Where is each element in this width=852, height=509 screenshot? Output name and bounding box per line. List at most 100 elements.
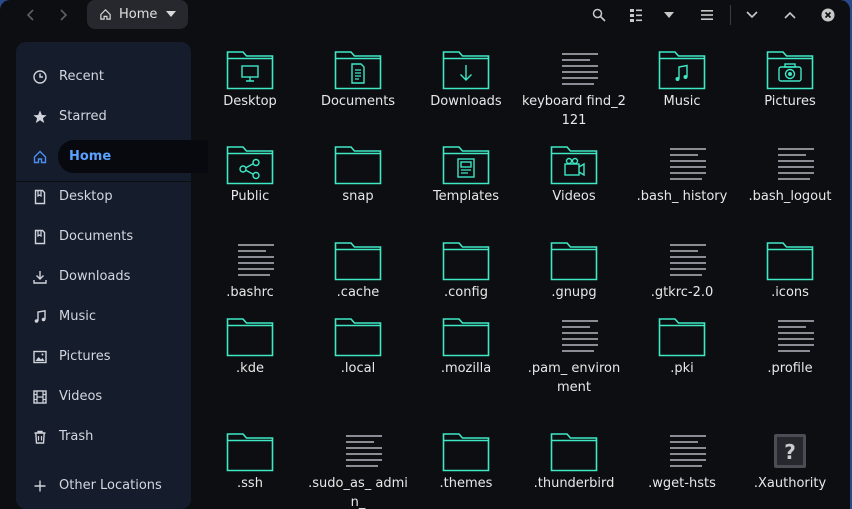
- folder-icon: [226, 317, 274, 357]
- file-name: .pam_ environment: [527, 361, 621, 395]
- folder-item[interactable]: .local: [304, 317, 412, 378]
- file-item[interactable]: ? .Xauthority: [736, 432, 844, 493]
- view-options-button[interactable]: [656, 2, 682, 28]
- sidebar-item-trash[interactable]: Trash: [16, 420, 191, 454]
- folder-icon: [226, 145, 274, 185]
- folder-item[interactable]: Public: [196, 145, 304, 206]
- path-bar[interactable]: Home: [87, 0, 188, 29]
- star-icon: [32, 109, 48, 125]
- file-item[interactable]: .gtkrc-2.0: [628, 241, 736, 302]
- folder-icon: [442, 50, 490, 90]
- folder-item[interactable]: Templates: [412, 145, 520, 206]
- folder-item[interactable]: .icons: [736, 241, 844, 302]
- sidebar-item-label: Videos: [59, 389, 103, 404]
- folder-item[interactable]: snap: [304, 145, 412, 206]
- text-file-icon: [334, 432, 382, 472]
- sidebar-item-other-locations[interactable]: Other Locations: [16, 469, 191, 503]
- file-item[interactable]: .pam_ environment: [520, 317, 628, 397]
- maximize-button[interactable]: [777, 2, 803, 28]
- folder-item[interactable]: Videos: [520, 145, 628, 206]
- sidebar-item-label: Downloads: [59, 269, 131, 284]
- file-name: .ssh: [237, 476, 263, 491]
- text-file-icon: [658, 432, 706, 472]
- folder-item[interactable]: .config: [412, 241, 520, 302]
- path-label: Home: [119, 7, 158, 22]
- music-icon: [32, 309, 48, 325]
- sidebar-item-pictures[interactable]: Pictures: [16, 340, 191, 374]
- folder-icon: [550, 145, 598, 185]
- folder-item[interactable]: .cache: [304, 241, 412, 302]
- close-button[interactable]: [815, 2, 841, 28]
- folder-item[interactable]: .pki: [628, 317, 736, 378]
- folder-item[interactable]: .gnupg: [520, 241, 628, 302]
- file-item[interactable]: .bashrc: [196, 241, 304, 302]
- file-name: .gnupg: [551, 285, 597, 300]
- folder-icon: [442, 145, 490, 185]
- file-name: .local: [340, 361, 376, 376]
- folder-item[interactable]: Downloads: [412, 50, 520, 111]
- header-bar: Home: [0, 0, 850, 30]
- file-item[interactable]: .bash_logout: [736, 145, 844, 206]
- sidebar-item-documents[interactable]: Documents: [16, 220, 191, 254]
- sidebar-item-label: Pictures: [59, 349, 111, 364]
- sidebar-item-music[interactable]: Music: [16, 300, 191, 334]
- file-item[interactable]: .profile: [736, 317, 844, 378]
- sidebar-item-home[interactable]: Home: [16, 140, 208, 174]
- view-mode-button[interactable]: [623, 2, 649, 28]
- folder-item[interactable]: .themes: [412, 432, 520, 493]
- sidebar: Recent Starred Home Desktop Documents Downloa…: [16, 42, 208, 509]
- file-name: .pki: [670, 361, 694, 376]
- caret-down-icon: [664, 12, 674, 18]
- file-name: Public: [230, 189, 270, 204]
- chevron-down-icon: [746, 11, 758, 19]
- file-name: .bash_ history: [636, 189, 728, 204]
- folder-item[interactable]: .ssh: [196, 432, 304, 493]
- file-item[interactable]: .sudo_as_ admin_: [304, 432, 412, 509]
- file-name: .icons: [771, 285, 809, 300]
- file-name: .cache: [336, 285, 380, 300]
- folder-item[interactable]: Music: [628, 50, 736, 111]
- text-file-icon: [226, 241, 274, 281]
- file-name: Documents: [320, 94, 396, 109]
- forward-button[interactable]: [50, 2, 76, 28]
- folder-item[interactable]: Pictures: [736, 50, 844, 111]
- folder-icon: [658, 317, 706, 357]
- minimize-button[interactable]: [739, 2, 765, 28]
- folder-item[interactable]: .thunderbird: [520, 432, 628, 493]
- folder-item[interactable]: .mozilla: [412, 317, 520, 378]
- sidebar-item-downloads[interactable]: Downloads: [16, 260, 191, 294]
- bookmark-icon: [32, 229, 48, 245]
- folder-icon: [334, 317, 382, 357]
- folder-item[interactable]: Desktop: [196, 50, 304, 111]
- back-button[interactable]: [18, 2, 44, 28]
- bookmark-icon: [32, 189, 48, 205]
- file-name: .profile: [767, 361, 813, 376]
- sidebar-item-starred[interactable]: Starred: [16, 100, 191, 134]
- folder-item[interactable]: Documents: [304, 50, 412, 111]
- sidebar-item-label: Documents: [59, 229, 134, 244]
- file-name: .config: [444, 285, 488, 300]
- grid-list-icon: [630, 9, 642, 22]
- close-icon: [821, 8, 835, 22]
- sidebar-item-recent[interactable]: Recent: [16, 60, 191, 94]
- file-name: .bash_logout: [748, 189, 832, 204]
- file-name: Templates: [432, 189, 500, 204]
- folder-icon: [334, 241, 382, 281]
- file-item[interactable]: .wget-hsts: [628, 432, 736, 493]
- home-icon: [32, 149, 48, 165]
- sidebar-item-videos[interactable]: Videos: [16, 380, 191, 414]
- folder-icon: [226, 50, 274, 90]
- file-name: .sudo_as_ admin_: [308, 476, 408, 509]
- folder-icon: [334, 50, 382, 90]
- sidebar-item-desktop[interactable]: Desktop: [16, 180, 191, 214]
- folder-item[interactable]: .kde: [196, 317, 304, 378]
- file-name: Desktop: [223, 94, 277, 109]
- folder-icon: [334, 145, 382, 185]
- file-item[interactable]: keyboard find_2121: [520, 50, 628, 130]
- home-icon: [100, 9, 111, 20]
- text-file-icon: [766, 145, 814, 185]
- search-button[interactable]: [586, 2, 612, 28]
- folder-icon: [766, 241, 814, 281]
- file-item[interactable]: .bash_ history: [628, 145, 736, 206]
- menu-button[interactable]: [694, 2, 720, 28]
